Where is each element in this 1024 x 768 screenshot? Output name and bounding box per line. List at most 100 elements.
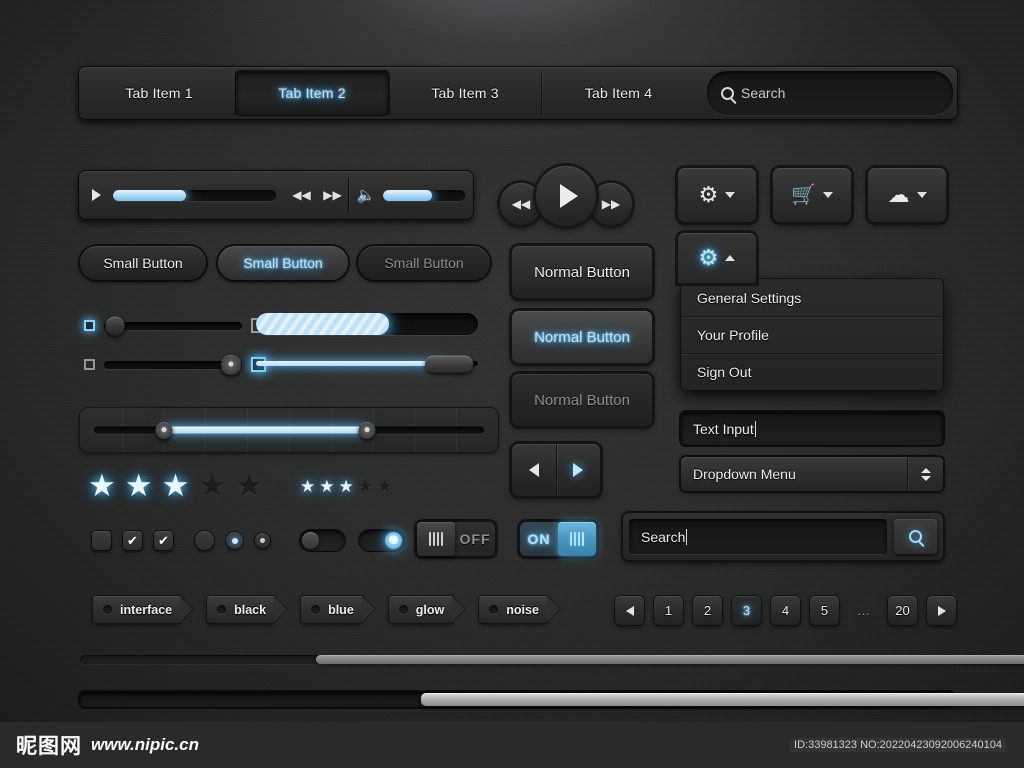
- menu-item-your-profile[interactable]: Your Profile: [681, 316, 943, 353]
- pagination-page-20[interactable]: 20: [888, 596, 917, 625]
- menu-item-sign-out[interactable]: Sign Out: [681, 353, 943, 390]
- star-icon[interactable]: ★: [358, 478, 373, 495]
- star-icon[interactable]: ★: [339, 478, 354, 495]
- pagination-page-label: 4: [781, 603, 790, 618]
- progress-bar-thin[interactable]: [256, 355, 478, 372]
- slider-2-track[interactable]: [104, 354, 242, 375]
- pagination-page-2[interactable]: 2: [693, 596, 722, 625]
- search-widget: Search: [623, 513, 943, 560]
- small-button-active[interactable]: Small Button: [218, 246, 348, 280]
- star-icon[interactable]: ★: [88, 470, 116, 501]
- normal-button-active[interactable]: Normal Button: [512, 311, 652, 363]
- gear-menu-toggle[interactable]: ⚙: [678, 233, 756, 283]
- switch-on[interactable]: ON: [520, 522, 596, 556]
- search-input[interactable]: Search: [629, 519, 887, 554]
- menu-item-general-settings[interactable]: General Settings: [681, 279, 943, 316]
- checkbox-checked-1[interactable]: ✔: [123, 531, 142, 550]
- player-rewind-button[interactable]: ◀◀: [292, 188, 310, 202]
- cloud-dropdown-button[interactable]: ☁: [868, 168, 946, 222]
- footer-watermark: 昵图网 www.nipic.cn ID:33981323 NO:20220423…: [0, 722, 1024, 768]
- switch-on-label: ON: [527, 531, 551, 547]
- grip-handle-icon: [417, 522, 455, 556]
- tab-item-4[interactable]: Tab Item 4: [542, 71, 695, 115]
- player-forward-button[interactable]: ▶▶: [323, 188, 341, 202]
- gear-icon: ⚙: [698, 245, 719, 270]
- next-button[interactable]: [557, 444, 601, 496]
- cart-dropdown-button[interactable]: 🛒: [773, 168, 851, 222]
- tab-search-input[interactable]: Search: [707, 71, 953, 115]
- scrollbar-thin-thumb[interactable]: [315, 655, 1024, 664]
- progress-bar-striped[interactable]: [256, 313, 478, 335]
- tag-noise[interactable]: noise: [479, 596, 547, 623]
- tag-label: blue: [328, 602, 354, 617]
- pagination-page-4[interactable]: 4: [771, 596, 800, 625]
- star-icon[interactable]: ★: [198, 470, 226, 501]
- scrollbar-thick-thumb[interactable]: [420, 693, 1024, 706]
- star-rating-large[interactable]: ★ ★ ★ ★ ★: [88, 470, 263, 501]
- transport-play-button[interactable]: [536, 166, 596, 226]
- star-icon[interactable]: ★: [319, 478, 334, 495]
- pagination-page-1[interactable]: 1: [654, 596, 683, 625]
- star-icon[interactable]: ★: [300, 478, 315, 495]
- scrollbar-thick[interactable]: [80, 692, 1024, 707]
- volume-icon[interactable]: 🔈: [349, 186, 383, 204]
- switch-off[interactable]: OFF: [417, 522, 495, 556]
- slider-2-left-checkbox[interactable]: [84, 359, 95, 370]
- slider-1-knob[interactable]: [105, 316, 125, 335]
- text-input-value: Text Input: [693, 420, 754, 437]
- small-button-disabled[interactable]: Small Button: [358, 246, 490, 280]
- pagination-page-5[interactable]: 5: [810, 596, 839, 625]
- toggle-on[interactable]: [359, 530, 404, 551]
- player-volume-slider[interactable]: [383, 189, 465, 201]
- range-slider-knob-end[interactable]: [358, 421, 376, 439]
- tab-item-2-label: Tab Item 2: [278, 85, 346, 101]
- star-icon[interactable]: ★: [377, 478, 392, 495]
- progress-bar-thin-knob[interactable]: [425, 355, 474, 372]
- watermark-logo: 昵图网: [16, 734, 82, 758]
- stepper-updown-icon[interactable]: [907, 457, 943, 491]
- tag-black[interactable]: black: [207, 596, 275, 623]
- tab-item-3[interactable]: Tab Item 3: [389, 71, 542, 115]
- slider-2-knob[interactable]: [220, 354, 241, 375]
- text-input-field[interactable]: Text Input: [681, 412, 943, 445]
- radio-unselected[interactable]: [195, 531, 214, 550]
- tab-item-1-label: Tab Item 1: [125, 85, 193, 101]
- normal-button-disabled[interactable]: Normal Button: [512, 374, 652, 426]
- toggle-off[interactable]: [300, 530, 345, 551]
- search-submit-button[interactable]: [894, 519, 937, 554]
- scrollbar-thin[interactable]: [80, 655, 1024, 664]
- checkbox-unchecked[interactable]: [92, 531, 111, 550]
- star-rating-small[interactable]: ★ ★ ★ ★ ★: [300, 478, 392, 495]
- tag-interface[interactable]: interface: [93, 596, 181, 623]
- checkbox-checked-2[interactable]: ✔: [154, 531, 173, 550]
- player-play-button[interactable]: [79, 189, 113, 201]
- radio-selected-white[interactable]: [255, 533, 270, 548]
- star-icon[interactable]: ★: [162, 470, 190, 501]
- slider-row-2: [84, 354, 266, 375]
- tag-glow[interactable]: glow: [388, 596, 453, 623]
- slider-1-track[interactable]: [104, 316, 242, 335]
- gear-dropdown-button[interactable]: ⚙: [678, 168, 756, 222]
- prev-button[interactable]: [512, 444, 557, 496]
- tag-list: interface black blue glow noise: [93, 596, 547, 623]
- dropdown-select-value: Dropdown Menu: [693, 466, 796, 482]
- tab-item-1[interactable]: Tab Item 1: [83, 71, 236, 115]
- pagination-next-button[interactable]: [927, 596, 956, 625]
- transport-forward-button[interactable]: ▶▶: [590, 182, 632, 225]
- small-button-normal[interactable]: Small Button: [80, 246, 206, 280]
- dropdown-select[interactable]: Dropdown Menu: [681, 457, 943, 491]
- range-slider-knob-start[interactable]: [155, 421, 173, 439]
- checkbox-group: ✔ ✔: [92, 531, 173, 550]
- range-slider-track[interactable]: [94, 421, 484, 439]
- star-icon[interactable]: ★: [125, 470, 153, 501]
- normal-button-default[interactable]: Normal Button: [512, 246, 652, 298]
- triangle-right-icon: [937, 605, 946, 616]
- tag-blue[interactable]: blue: [301, 596, 362, 623]
- star-icon[interactable]: ★: [235, 470, 263, 501]
- slider-1-left-checkbox[interactable]: [84, 320, 95, 331]
- pagination-prev-button[interactable]: [615, 596, 644, 625]
- tab-item-2[interactable]: Tab Item 2: [236, 71, 389, 115]
- pagination-page-3[interactable]: 3: [732, 596, 761, 625]
- radio-selected-blue[interactable]: [226, 532, 243, 549]
- player-progress-slider[interactable]: [113, 189, 276, 201]
